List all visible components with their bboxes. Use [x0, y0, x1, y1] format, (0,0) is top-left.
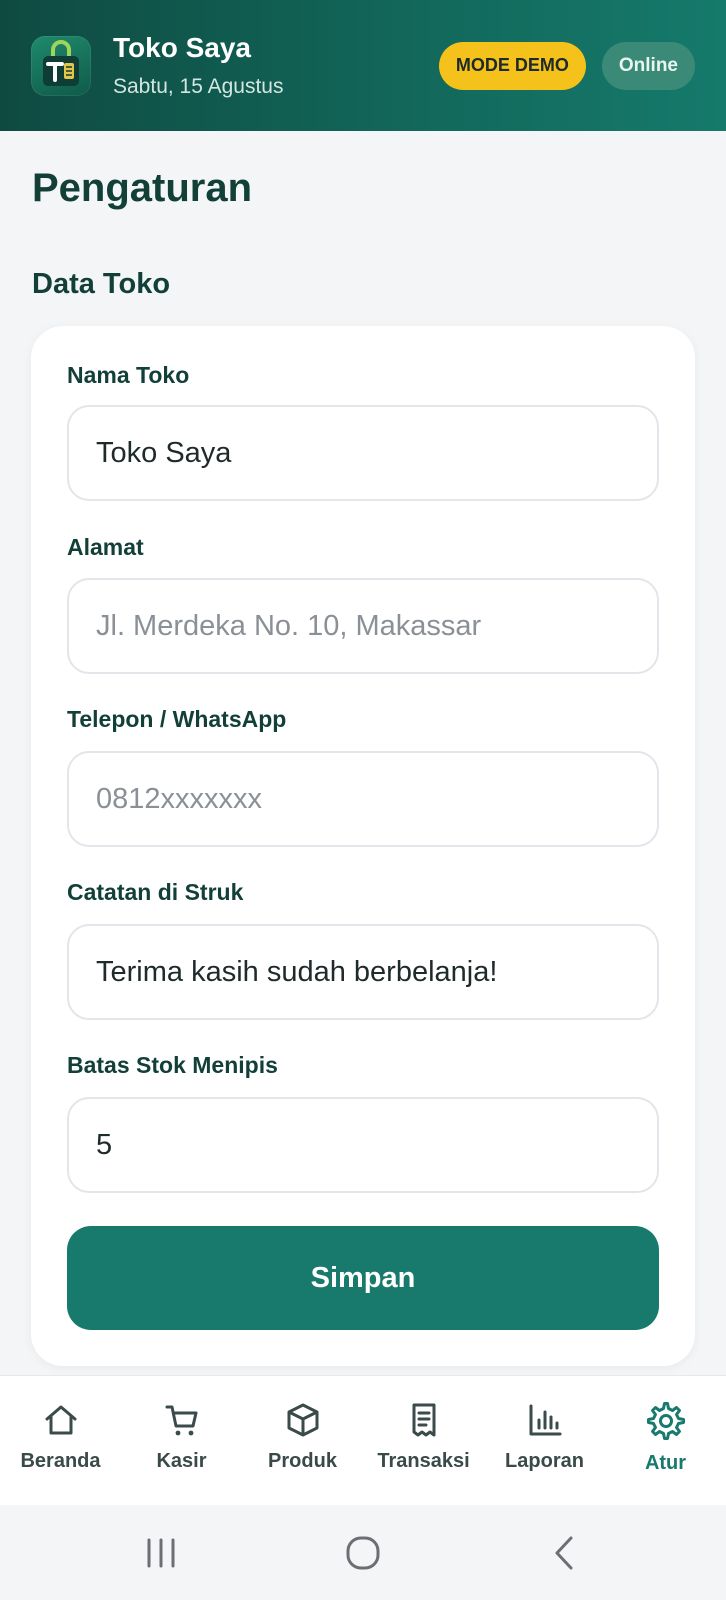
- phone-input[interactable]: [67, 751, 659, 847]
- header-date: Sabtu, 15 Agustus: [113, 74, 284, 98]
- section-title: Data Toko: [32, 268, 171, 300]
- home-circle-icon: [346, 1536, 380, 1569]
- address-input[interactable]: [67, 578, 659, 674]
- nav-label-beranda: Beranda: [20, 1450, 101, 1472]
- store-bag-logo: [31, 35, 91, 96]
- header-store-name: Toko Saya: [113, 31, 251, 63]
- nav-label-transaksi: Transaksi: [377, 1450, 470, 1472]
- nav-item-beranda[interactable]: Beranda: [0, 1376, 121, 1505]
- receipt-note-label: Catatan di Struk: [67, 879, 244, 905]
- mode-demo-badge[interactable]: MODE DEMO: [438, 41, 586, 90]
- header-badges: MODE DEMO Online: [438, 41, 695, 90]
- receipt-note-input[interactable]: [67, 924, 659, 1020]
- back-button[interactable]: [525, 1523, 605, 1583]
- back-icon: [555, 1536, 573, 1569]
- receipt-icon: [412, 1403, 435, 1437]
- nav-item-laporan[interactable]: Laporan: [484, 1376, 605, 1505]
- store-data-card: Nama Toko Alamat Telepon / WhatsApp Cata…: [31, 326, 695, 1366]
- low-stock-label: Batas Stok Menipis: [67, 1052, 278, 1078]
- recent-apps-button[interactable]: [121, 1523, 201, 1583]
- bottom-nav: Beranda Kasir Produk Transaksi Laporan A…: [0, 1375, 726, 1505]
- store-bag-logo-icon: [43, 39, 79, 86]
- address-label: Alamat: [67, 534, 144, 560]
- store-name-label: Nama Toko: [67, 362, 190, 388]
- home-button[interactable]: [323, 1523, 403, 1583]
- nav-label-kasir: Kasir: [156, 1450, 207, 1472]
- box-icon: [287, 1403, 318, 1437]
- home-icon: [45, 1405, 76, 1435]
- save-button[interactable]: Simpan: [67, 1226, 659, 1330]
- chart-icon: [529, 1404, 561, 1436]
- page-title: Pengaturan: [32, 166, 253, 210]
- online-status-badge: Online: [601, 41, 695, 90]
- cart-icon: [165, 1405, 197, 1436]
- nav-label-laporan: Laporan: [505, 1450, 584, 1472]
- nav-item-transaksi[interactable]: Transaksi: [363, 1376, 484, 1505]
- gear-icon: [646, 1402, 685, 1440]
- low-stock-input[interactable]: [67, 1097, 659, 1193]
- nav-label-atur: Atur: [644, 1452, 687, 1474]
- phone-label: Telepon / WhatsApp: [67, 706, 287, 732]
- system-nav-bar: [0, 1505, 726, 1600]
- nav-item-atur[interactable]: Atur: [605, 1376, 726, 1505]
- nav-item-produk[interactable]: Produk: [242, 1376, 363, 1505]
- nav-label-produk: Produk: [268, 1450, 337, 1472]
- recent-apps-icon: [147, 1538, 175, 1567]
- header-text: Toko Saya Sabtu, 15 Agustus: [113, 31, 283, 101]
- store-name-input[interactable]: [67, 405, 659, 501]
- nav-item-kasir[interactable]: Kasir: [121, 1376, 242, 1505]
- app-header: Toko Saya Sabtu, 15 Agustus MODE DEMO On…: [0, 0, 726, 131]
